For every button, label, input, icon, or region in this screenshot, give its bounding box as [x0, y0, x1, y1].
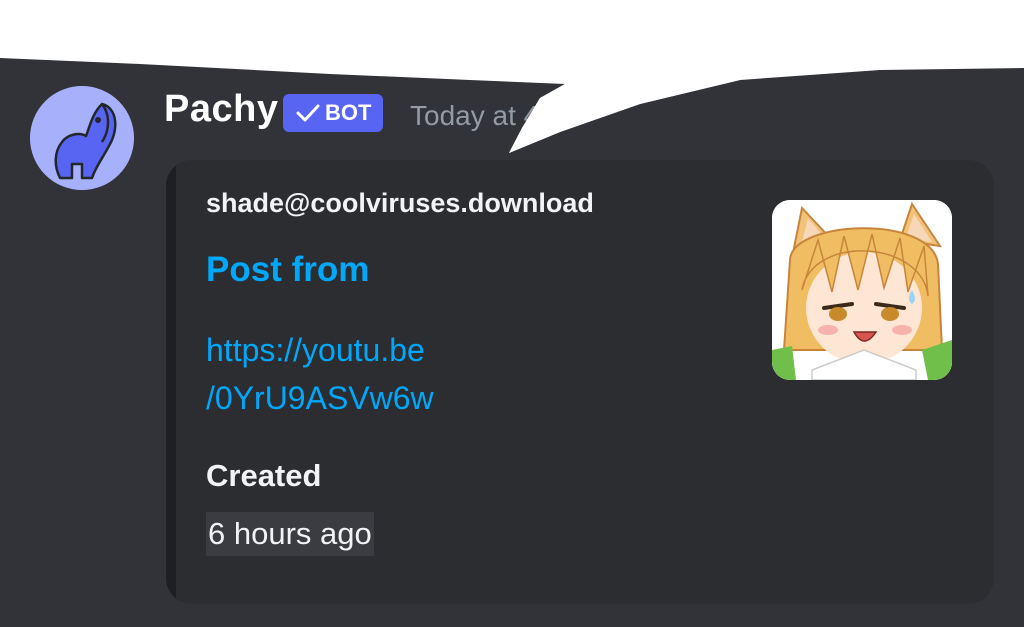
elephant-icon	[30, 86, 134, 190]
message-timestamp: Today at 4	[410, 100, 540, 131]
anime-fox-girl-image	[772, 200, 952, 380]
screenshot-stage: Pachy BOT Today at 4 shade@coolviruses.d…	[0, 0, 1024, 627]
embed-link-line[interactable]: https://youtu.be	[206, 326, 506, 374]
embed-accent-stripe	[166, 160, 176, 604]
bot-badge: BOT	[283, 94, 384, 132]
embed-thumbnail[interactable]	[772, 200, 952, 380]
avatar[interactable]	[30, 86, 134, 190]
embed-card: shade@coolviruses.download Post from htt…	[166, 160, 994, 604]
field-name-created: Created	[206, 458, 322, 493]
username[interactable]: Pachy	[164, 88, 278, 131]
bot-badge-label: BOT	[325, 100, 372, 125]
embed-author: shade@coolviruses.download	[206, 188, 594, 218]
embed-link[interactable]: https://youtu.be /0YrU9ASVw6w	[206, 326, 506, 422]
embed-link-line[interactable]: /0YrU9ASVw6w	[206, 374, 506, 422]
embed-title[interactable]: Post from	[206, 250, 369, 290]
field-value-created: 6 hours ago	[206, 512, 374, 556]
check-icon	[296, 104, 320, 122]
